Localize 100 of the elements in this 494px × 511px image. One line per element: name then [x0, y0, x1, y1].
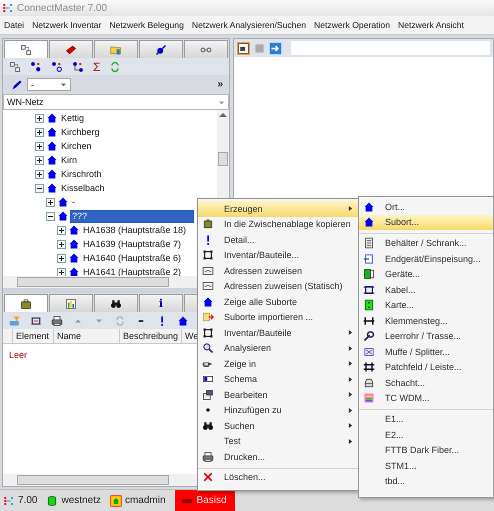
pen-icon[interactable]: [11, 78, 23, 90]
nodes-icon[interactable]: [72, 60, 84, 72]
menu-item[interactable]: Analysieren: [198, 340, 360, 356]
expander-icon[interactable]: [57, 240, 66, 248]
sum-button[interactable]: Σ: [93, 60, 100, 72]
tree-item[interactable]: Kirchen: [59, 140, 94, 152]
menu-item[interactable]: tbd...: [359, 474, 493, 489]
tree-item[interactable]: Kirn: [59, 154, 80, 166]
tree-item[interactable]: Kettig: [59, 112, 86, 124]
tree-item[interactable]: -: [70, 196, 77, 208]
printer-icon[interactable]: [51, 314, 63, 326]
menu-item[interactable]: Ort...: [359, 199, 493, 214]
menu-item[interactable]: Schacht...: [359, 375, 493, 390]
tree-item[interactable]: HA1638 (Hauptstraße 18): [81, 224, 188, 236]
menu-item[interactable]: FTTB Dark Fiber...: [359, 442, 493, 458]
menu-item[interactable]: Zeige alle Suborte: [198, 294, 360, 310]
menu-item[interactable]: Netzwerk Belegung: [109, 20, 184, 30]
menu-item[interactable]: STM1...: [359, 458, 493, 474]
menu-item[interactable]: Klemmensteg...: [359, 313, 493, 328]
expander-icon[interactable]: [35, 184, 44, 192]
tab[interactable]: [94, 294, 138, 312]
clipboard-icon: [202, 218, 214, 230]
menu-item[interactable]: E1...: [359, 409, 493, 427]
expander-icon[interactable]: [35, 170, 44, 178]
tree-item[interactable]: Kirschroth: [59, 168, 104, 180]
nodes-icon[interactable]: [51, 60, 63, 72]
user-icon: [110, 494, 122, 506]
menu-item[interactable]: Zeige in: [198, 356, 360, 372]
menu-item[interactable]: Muffe / Splitter...: [359, 344, 493, 360]
menu-item[interactable]: Patchfeld / Leiste...: [359, 360, 493, 375]
columns-icon[interactable]: [30, 314, 42, 326]
delete-icon: [202, 471, 214, 483]
expander-icon[interactable]: [35, 156, 44, 164]
nodes-icon[interactable]: [30, 60, 42, 72]
expander-icon[interactable]: [46, 198, 55, 206]
forward-arrow-icon[interactable]: [269, 42, 282, 54]
filter-dropdown[interactable]: -: [27, 78, 71, 91]
menu-item[interactable]: Leerrohr / Trasse...: [359, 328, 493, 344]
menu-item[interactable]: Netzwerk Inventar: [32, 20, 102, 30]
expander-icon[interactable]: [35, 142, 44, 150]
menu-item[interactable]: Inventar/Bauteile...: [198, 248, 360, 263]
empty-message: Leer: [9, 350, 28, 360]
expander-icon[interactable]: [46, 212, 55, 220]
tree-view-icon[interactable]: [9, 60, 21, 72]
tree-item[interactable]: HA1641 (Hauptstraße 2): [81, 266, 184, 276]
menu-item[interactable]: Karte...: [359, 298, 493, 313]
menu-item[interactable]: Schema: [198, 372, 360, 387]
tree-item[interactable]: Kirchberg: [59, 126, 102, 138]
house-icon: [68, 252, 80, 264]
menu-item[interactable]: Endgerät/Einspeisung...: [359, 251, 493, 266]
tree-item[interactable]: ???: [70, 210, 194, 222]
menu-item[interactable]: Netzwerk Ansicht: [398, 20, 464, 30]
card-icon: [363, 299, 375, 312]
tab[interactable]: i: [139, 294, 183, 312]
column-header[interactable]: Name: [54, 329, 120, 343]
expander-icon[interactable]: [35, 128, 44, 136]
tab[interactable]: [49, 40, 93, 58]
column-header[interactable]: Element: [13, 329, 54, 343]
expander-icon[interactable]: [57, 226, 66, 234]
expander-icon[interactable]: [57, 268, 66, 276]
address-field[interactable]: [291, 41, 490, 55]
expander-icon[interactable]: [57, 254, 66, 262]
expand-button[interactable]: »: [217, 79, 223, 90]
tab[interactable]: [139, 40, 183, 58]
menu-item[interactable]: Test: [198, 434, 360, 449]
house-icon[interactable]: [177, 314, 189, 326]
menu-item[interactable]: Erzeugen: [198, 201, 360, 216]
network-dropdown[interactable]: WN-Netz: [3, 94, 229, 110]
menu-item[interactable]: Suchen: [198, 418, 360, 434]
menu-item[interactable]: Suborte importieren ...: [198, 310, 360, 325]
frame-icon: [202, 326, 214, 339]
menu-item[interactable]: E2...: [359, 427, 493, 442]
menu-item[interactable]: Netzwerk Analysieren/Suchen: [192, 20, 306, 30]
screen-icon[interactable]: [237, 42, 250, 54]
mode-label: Basisd: [196, 495, 227, 506]
tree-item[interactable]: HA1640 (Hauptstraße 6): [81, 252, 184, 264]
menu-item[interactable]: Hinzufügen zu: [198, 402, 360, 418]
tab[interactable]: [4, 294, 48, 312]
splice-box-icon: [363, 346, 375, 358]
database-icon: [46, 494, 58, 506]
menu-item[interactable]: Behälter / Schrank...: [359, 233, 493, 251]
menu-item[interactable]: TC WDM...: [359, 390, 493, 406]
menu-item[interactable]: Kabel...: [359, 282, 493, 298]
menu-item[interactable]: Adressen zuweisen (Statisch): [198, 278, 360, 294]
menu-item[interactable]: Geräte...: [359, 266, 493, 282]
menu-item[interactable]: Adressen zuweisen: [198, 263, 360, 278]
menu-item[interactable]: Inventar/Bauteile: [198, 325, 360, 340]
menu-item[interactable]: Drucken...: [198, 449, 360, 464]
column-header[interactable]: Beschreibung: [120, 329, 182, 343]
manhole-icon: [363, 376, 375, 389]
tree-item[interactable]: HA1639 (Hauptstraße 7): [81, 238, 184, 250]
menu-item[interactable]: Detail...: [198, 232, 360, 248]
magnifier-icon: [202, 342, 214, 354]
tree-item[interactable]: Kisselbach: [59, 182, 107, 194]
expander-icon[interactable]: [35, 114, 44, 122]
menu-item[interactable]: In die Zwischenablage kopieren: [198, 216, 360, 232]
menu-item[interactable]: Subort...: [359, 214, 493, 230]
menu-item[interactable]: Datei: [4, 20, 24, 30]
menu-item[interactable]: Bearbeiten: [198, 387, 360, 402]
menu-item[interactable]: Netzwerk Operation: [314, 20, 390, 30]
